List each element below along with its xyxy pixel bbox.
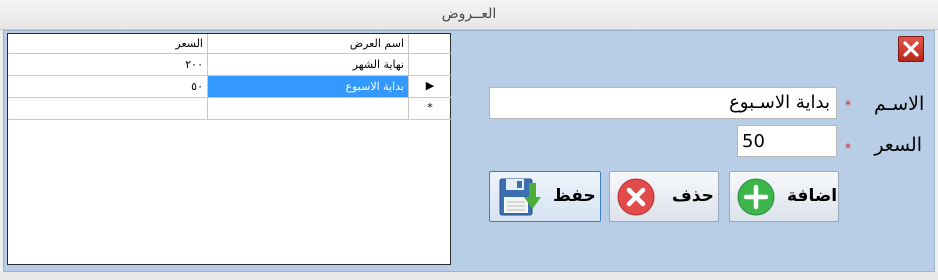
price-label: السعر — [874, 134, 922, 156]
plus-circle-icon — [737, 178, 775, 216]
cell-price[interactable]: ٢٠٠ — [8, 54, 208, 76]
cell-offer-name-new[interactable] — [208, 98, 409, 120]
close-icon — [903, 41, 919, 57]
price-input-value: 50 — [742, 131, 765, 152]
name-input-value: بداية الاسـبوع — [729, 92, 830, 113]
delete-button[interactable]: حذف — [609, 171, 719, 222]
current-row-indicator-icon[interactable]: ▶ — [409, 76, 451, 98]
save-button[interactable]: حفظ — [489, 171, 601, 222]
price-input[interactable]: 50 — [737, 125, 837, 157]
add-button[interactable]: اضافة — [729, 171, 839, 222]
save-button-label: حفظ — [553, 186, 596, 206]
new-row-indicator-icon[interactable]: * — [409, 98, 451, 120]
row-header[interactable] — [409, 54, 451, 76]
grid-corner-header — [409, 34, 451, 54]
name-input[interactable]: بداية الاسـبوع — [489, 87, 837, 119]
delete-button-label: حذف — [672, 186, 714, 206]
floppy-disk-icon — [499, 178, 541, 216]
offers-grid[interactable]: السعر اسم العرض ٢٠٠ نهاية الشهر ٥٠ بداية… — [7, 33, 451, 265]
cell-price-new[interactable] — [8, 98, 208, 120]
bottom-strip — [0, 272, 938, 280]
x-circle-icon — [617, 178, 655, 216]
price-required-marker: * — [845, 141, 851, 155]
cell-offer-name-selected[interactable]: بداية الاسبوع — [208, 76, 409, 98]
cell-offer-name[interactable]: نهاية الشهر — [208, 54, 409, 76]
name-label: الاسـم — [874, 93, 925, 115]
add-button-label: اضافة — [787, 186, 838, 206]
title-bar: العــروض — [0, 0, 938, 30]
name-required-marker: * — [845, 98, 851, 112]
cell-price[interactable]: ٥٠ — [8, 76, 208, 98]
column-header-price[interactable]: السعر — [8, 34, 208, 54]
close-button[interactable] — [898, 36, 924, 62]
column-header-offer-name[interactable]: اسم العرض — [208, 34, 409, 54]
window-title: العــروض — [441, 6, 497, 22]
